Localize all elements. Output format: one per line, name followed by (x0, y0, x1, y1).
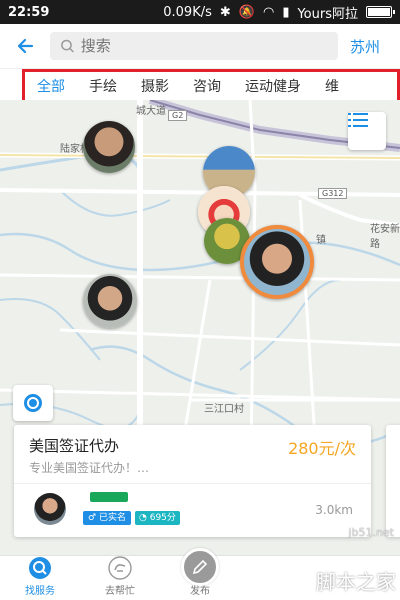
tabs-highlight: 全部 手绘 摄影 咨询 运动健身 维 (22, 69, 400, 103)
status-time: 22:59 (8, 4, 50, 20)
service-price: 280元/次 (288, 439, 356, 458)
card-divider (14, 483, 371, 484)
city-selector[interactable]: 苏州 (350, 36, 400, 57)
search-box[interactable] (50, 32, 338, 60)
verified-badge-label: 已实名 (98, 513, 126, 523)
next-service-card[interactable] (386, 425, 400, 537)
selected-avatar-pin[interactable] (240, 225, 314, 299)
tab-more[interactable]: 维 (313, 76, 351, 96)
watermark-text: 脚本之家 (316, 570, 396, 594)
map-label-road: 城大道 (136, 106, 166, 117)
map-badge-g2: G2 (168, 110, 188, 121)
nav-find-service[interactable]: 找服务 (0, 556, 80, 600)
status-right: 0.09K/s ✱ 🔕 ◠ ▮ Yours阿拉 (163, 3, 395, 22)
network-speed: 0.09K/s (163, 4, 212, 20)
nav-label: 去帮忙 (105, 586, 135, 597)
service-card[interactable]: 美国签证代办 280元/次 专业美国签证代办！… ♂ 已实名 ◔ 695分 3.… (14, 425, 371, 537)
male-icon: ♂ (88, 513, 97, 523)
user-avatar-pin[interactable] (83, 121, 135, 173)
level-tag (90, 492, 128, 502)
verified-badge: ♂ 已实名 (83, 511, 131, 525)
user-avatar-pin[interactable] (83, 274, 137, 328)
list-view-button[interactable] (348, 112, 386, 150)
mute-icon: 🔕 (238, 4, 255, 20)
tab-all[interactable]: 全部 (25, 76, 77, 96)
tab-photography[interactable]: 摄影 (129, 76, 181, 96)
tab-hand-drawing[interactable]: 手绘 (77, 76, 129, 96)
back-button[interactable] (0, 24, 50, 68)
nav-label: 找服务 (25, 586, 55, 597)
bluetooth-icon: ✱ (219, 4, 231, 20)
status-bar: 22:59 0.09K/s ✱ 🔕 ◠ ▮ Yours阿拉 (0, 0, 400, 24)
location-icon (24, 394, 42, 412)
pencil-icon (181, 548, 219, 586)
avatar (244, 229, 310, 295)
search-input[interactable] (80, 37, 328, 55)
provider-avatar[interactable] (34, 493, 66, 525)
header: 苏州 (0, 24, 400, 68)
list-icon (348, 113, 368, 127)
nav-publish[interactable]: 发布 (160, 548, 240, 600)
battery-icon (366, 6, 395, 18)
score-badge-label: 695分 (149, 513, 176, 523)
signal-icon: ▮ (282, 4, 290, 20)
service-distance: 3.0km (315, 503, 353, 517)
map-label-flower-road: 花安新路 (370, 224, 400, 250)
score-icon: ◔ (139, 513, 147, 523)
service-description: 专业美国签证代办！… (29, 461, 150, 475)
service-title: 美国签证代办 (29, 437, 120, 455)
locate-button[interactable] (13, 385, 53, 421)
watermark-url: jb51.net (348, 526, 394, 539)
nav-help[interactable]: 去帮忙 (80, 556, 160, 600)
search-person-icon (28, 556, 52, 580)
score-badge: ◔ 695分 (135, 511, 180, 525)
arrow-left-icon (17, 38, 34, 54)
map-badge-g312: G312 (318, 188, 348, 199)
hand-icon (108, 556, 132, 580)
avatar (83, 121, 135, 173)
tab-fitness[interactable]: 运动健身 (233, 76, 313, 96)
wifi-icon: ◠ (262, 4, 275, 20)
tab-consulting[interactable]: 咨询 (181, 76, 233, 96)
search-icon (61, 39, 74, 53)
category-tabs: 全部 手绘 摄影 咨询 运动健身 维 (0, 68, 400, 103)
carrier-name: Yours阿拉 (297, 6, 358, 22)
bottom-nav: 找服务 去帮忙 发布 脚本之家 (0, 548, 400, 600)
map-label-sanjiang: 三江口村 (204, 404, 244, 415)
avatar (83, 274, 137, 328)
nav-item-4[interactable] (240, 556, 320, 600)
map-label-town: 镇 (316, 235, 326, 246)
